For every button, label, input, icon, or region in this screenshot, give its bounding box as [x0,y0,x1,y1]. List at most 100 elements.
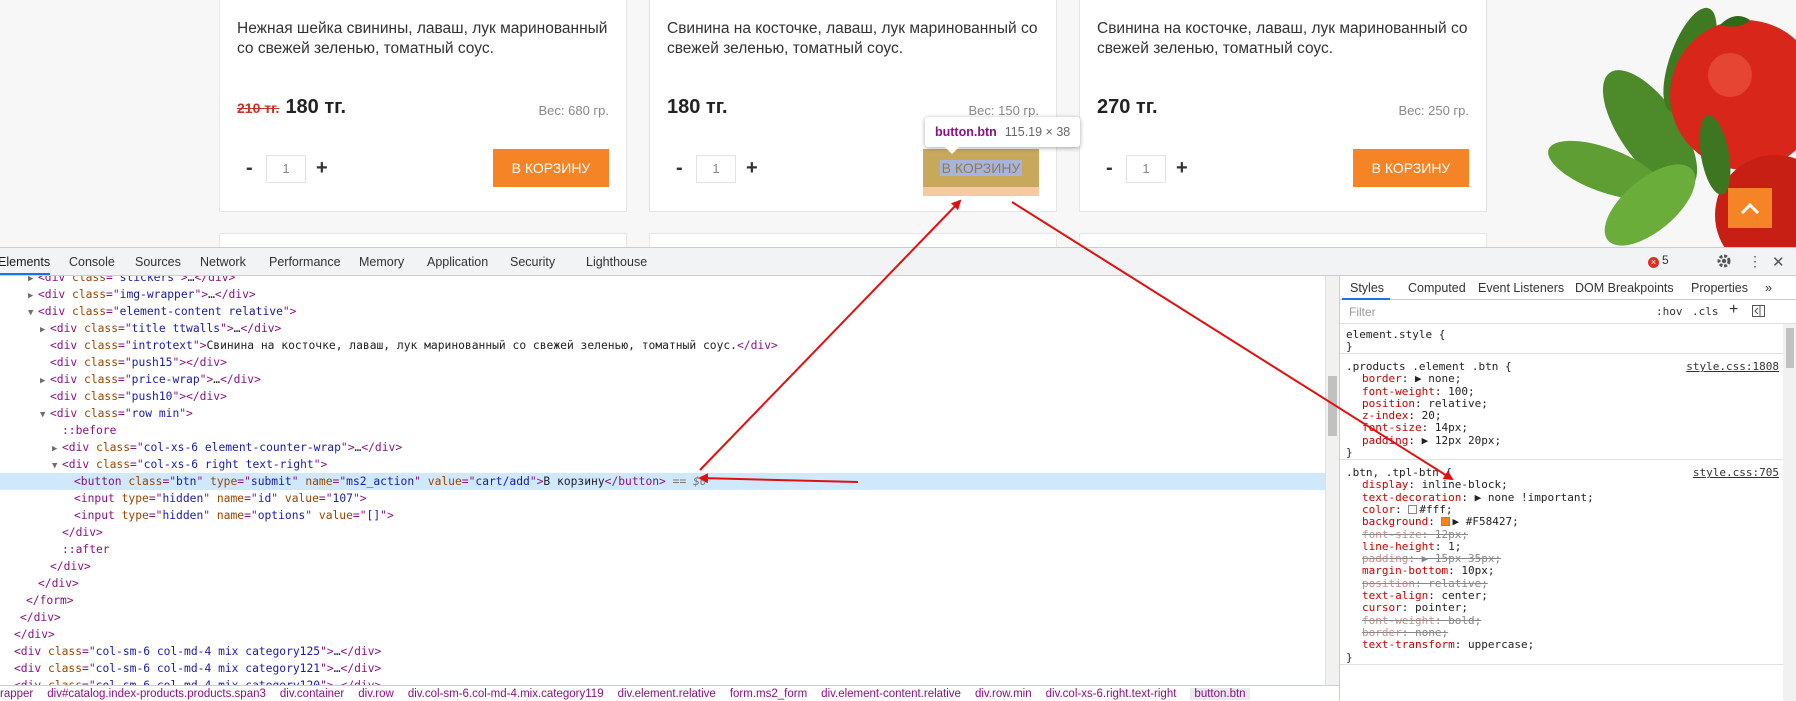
css-value[interactable]: center; [1441,589,1487,602]
css-property[interactable]: padding [1362,434,1408,447]
breadcrumb-item[interactable]: button.btn [1190,688,1250,700]
css-value[interactable]: pointer; [1415,601,1468,614]
css-declaration[interactable]: font-size: 14px; [1362,421,1468,434]
css-value[interactable]: #fff; [1419,503,1452,516]
css-value[interactable]: bold; [1448,614,1481,627]
css-declaration[interactable]: font-weight: 100; [1362,385,1475,398]
css-property[interactable]: position [1362,397,1415,410]
color-swatch-icon[interactable] [1408,504,1418,514]
tab-properties[interactable]: Properties [1691,281,1748,295]
css-property[interactable]: font-size [1362,421,1422,434]
css-value[interactable]: ▶ #F58427; [1452,515,1518,528]
css-property[interactable]: line-height [1362,540,1435,553]
css-declaration[interactable]: margin-bottom: 10px; [1362,564,1494,577]
dom-node-selected[interactable]: <button class="btn" type="submit" name="… [0,473,1325,490]
css-declaration[interactable]: color: #fff; [1362,503,1453,516]
add-to-cart-button[interactable]: В КОРЗИНУ [1353,149,1469,187]
dom-tree-scrollbar[interactable] [1325,276,1339,685]
scroll-thumb[interactable] [1328,376,1337,436]
css-property[interactable]: border [1362,372,1402,385]
qty-input[interactable]: 1 [696,155,736,183]
scroll-thumb[interactable] [1786,328,1794,368]
tab-sources[interactable]: Sources [135,255,181,269]
css-value[interactable]: ▶ 12px 20px; [1422,434,1501,447]
tab-dom-breakpoints[interactable]: DOM Breakpoints [1575,281,1674,295]
css-value[interactable]: 14px; [1435,421,1468,434]
css-source-link[interactable]: style.css:705 [1693,466,1779,479]
css-property[interactable]: position [1362,577,1415,590]
css-value[interactable]: relative; [1428,397,1488,410]
tab-computed[interactable]: Computed [1408,281,1466,295]
dom-node[interactable]: <div class="col-sm-6 col-md-4 mix catego… [0,677,1325,685]
tab-event-listeners[interactable]: Event Listeners [1478,281,1564,295]
close-devtools-icon[interactable]: ✕ [1772,253,1785,271]
breadcrumb-item[interactable]: div.row [358,688,394,700]
qty-minus-button[interactable]: - [246,157,253,180]
dom-node[interactable]: <input type="hidden" name="options" valu… [0,507,1325,524]
dom-node[interactable]: </div> [0,575,1325,592]
css-declaration[interactable]: padding: ▶ 15px 35px; [1362,552,1501,565]
color-swatch-icon[interactable] [1441,517,1451,527]
dom-node[interactable]: </div> [0,626,1325,643]
qty-minus-button[interactable]: - [1106,157,1113,180]
dom-node[interactable]: ▼ <div class="row min"> [0,405,1325,422]
toggle-sidebar-icon[interactable] [1752,305,1765,320]
qty-plus-button[interactable]: + [1176,157,1188,180]
css-property[interactable]: font-weight [1362,614,1435,627]
breadcrumb-item[interactable]: form.ms2_form [730,688,807,700]
dom-node[interactable]: <div class="push15"></div> [0,354,1325,371]
css-value[interactable]: ▶ 15px 35px; [1422,552,1501,565]
add-to-cart-button[interactable]: В КОРЗИНУ [493,149,609,187]
css-value[interactable]: 100; [1448,385,1475,398]
css-property[interactable]: font-weight [1362,385,1435,398]
dom-node[interactable]: <div class="push10"></div> [0,388,1325,405]
qty-plus-button[interactable]: + [316,157,328,180]
css-property[interactable]: text-decoration [1362,491,1461,504]
css-declaration[interactable]: position: relative; [1362,577,1488,590]
css-declaration[interactable]: text-align: center; [1362,589,1488,602]
css-declaration[interactable]: font-size: 12px; [1362,528,1468,541]
dom-node[interactable]: ::after [0,541,1325,558]
css-value[interactable]: none; [1415,626,1448,639]
dom-node[interactable]: </div> [0,558,1325,575]
breadcrumb-item[interactable]: rapper [0,688,33,700]
breadcrumb-item[interactable]: div.container [280,688,344,700]
tab-lighthouse[interactable]: Lighthouse [586,255,647,269]
breadcrumb-item[interactable]: div#catalog.index-products.products.span… [47,688,266,700]
css-selector[interactable]: element.style { [1346,328,1445,341]
scroll-to-top-button[interactable] [1728,188,1772,228]
css-declaration[interactable]: z-index: 20; [1362,409,1441,422]
css-value[interactable]: inline-block; [1422,478,1508,491]
more-tabs-chevron-icon[interactable]: » [1765,281,1772,295]
dom-node[interactable]: ::before [0,422,1325,439]
css-declaration[interactable]: padding: ▶ 12px 20px; [1362,434,1501,447]
dom-node[interactable]: <div class="col-sm-6 col-md-4 mix catego… [0,660,1325,677]
css-declaration[interactable]: line-height: 1; [1362,540,1461,553]
dom-node[interactable]: ▼ <div class="col-xs-6 right text-right"> [0,456,1325,473]
css-value[interactable]: 12px; [1435,528,1468,541]
breadcrumb-item[interactable]: div.element.relative [618,688,716,700]
css-value[interactable]: 1; [1448,540,1461,553]
css-property[interactable]: text-align [1362,589,1428,602]
css-value[interactable]: ▶ none !important; [1475,491,1594,504]
css-value[interactable]: relative; [1428,577,1488,590]
css-value[interactable]: uppercase; [1468,638,1534,651]
qty-plus-button[interactable]: + [746,157,758,180]
tab-memory[interactable]: Memory [359,255,404,269]
css-property[interactable]: cursor [1362,601,1402,614]
css-declaration[interactable]: border: none; [1362,626,1448,639]
css-property[interactable]: margin-bottom [1362,564,1448,577]
css-declaration[interactable]: background: ▶ #F58427; [1362,515,1519,528]
tab-styles[interactable]: Styles [1350,281,1384,295]
tab-application[interactable]: Application [427,255,488,269]
dom-node[interactable]: </div> [0,524,1325,541]
breadcrumb-item[interactable]: div.col-sm-6.col-md-4.mix.category119 [408,688,604,700]
styles-scrollbar[interactable] [1783,324,1796,701]
more-options-icon[interactable]: ⋮ [1748,253,1762,270]
css-declaration[interactable]: font-weight: bold; [1362,614,1481,627]
css-declaration[interactable]: cursor: pointer; [1362,601,1468,614]
css-property[interactable]: padding [1362,552,1408,565]
add-to-cart-button-highlighted[interactable]: В КОРЗИНУ [923,149,1039,187]
css-property[interactable]: display [1362,478,1408,491]
dom-node[interactable]: <div class="introtext">Свинина на косточ… [0,337,1325,354]
